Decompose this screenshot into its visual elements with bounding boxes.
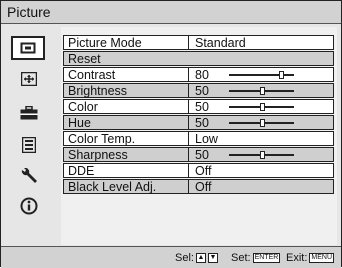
reset-label: Reset [68,52,101,66]
contrast-slider-thumb[interactable] [279,71,284,79]
wrench-icon[interactable] [14,165,44,187]
black-level-label: Black Level Adj. [68,180,157,194]
sharpness-value: 50 [195,148,209,162]
menu-key: MENU [309,253,335,263]
hue-row[interactable]: Hue 50 [63,115,334,130]
picture-icon[interactable] [11,36,45,60]
black-level-row[interactable]: Black Level Adj. Off [63,179,334,194]
info-icon[interactable] [14,195,44,217]
color-label: Color [68,100,98,114]
hue-label: Hue [68,116,91,130]
osd-menu-window: Picture Picture Mode Standard Reset Cont… [0,0,342,268]
hue-slider-thumb[interactable] [260,119,265,127]
row-divider [188,148,189,161]
color-temp-value: Low [195,132,218,146]
contrast-row[interactable]: Contrast 80 [63,67,334,82]
set-label: Set: [231,252,251,264]
menu-title: Picture [7,4,51,20]
color-row[interactable]: Color 50 [63,99,334,114]
up-arrow-icon: ▲ [195,253,206,263]
dde-label: DDE [68,164,95,178]
exit-label: Exit: [286,252,308,264]
reset-row[interactable]: Reset [63,51,334,66]
brightness-row[interactable]: Brightness 50 [63,83,334,98]
hue-slider[interactable] [229,119,294,127]
set-help: Set: ENTER [231,252,281,264]
dde-row[interactable]: DDE Off [63,163,334,178]
picture-mode-row[interactable]: Picture Mode Standard [63,35,334,50]
contrast-slider[interactable] [229,71,294,79]
row-divider [188,100,189,113]
down-arrow-icon: ▼ [207,253,218,263]
select-help: Sel: ▲ ▼ [175,252,218,264]
brightness-slider-thumb[interactable] [260,87,265,95]
row-divider [188,164,189,177]
color-slider[interactable] [229,103,294,111]
sharpness-label: Sharpness [68,148,128,162]
sharpness-slider-thumb[interactable] [260,151,265,159]
dde-value: Off [195,164,212,178]
color-temp-label: Color Temp. [68,132,136,146]
row-divider [188,180,189,193]
function-icon[interactable] [14,134,44,156]
brightness-label: Brightness [68,84,128,98]
help-bar: Sel: ▲ ▼ Set: ENTER Exit: MENU [1,246,341,268]
screen-icon[interactable] [14,68,44,90]
select-label: Sel: [175,252,194,264]
title-bar: Picture [1,1,341,24]
setup-icon[interactable] [14,102,44,124]
black-level-value: Off [195,180,212,194]
enter-key: ENTER [252,253,281,263]
contrast-label: Contrast [68,68,116,82]
picture-mode-label: Picture Mode [68,36,142,50]
exit-help: Exit: MENU [286,252,335,264]
row-divider [188,36,189,49]
brightness-value: 50 [195,84,209,98]
row-divider [188,116,189,129]
contrast-value: 80 [195,68,209,82]
row-divider [188,132,189,145]
row-divider [188,68,189,81]
color-temp-row[interactable]: Color Temp. Low [63,131,334,146]
sharpness-slider[interactable] [229,151,294,159]
color-slider-thumb[interactable] [260,103,265,111]
brightness-slider[interactable] [229,87,294,95]
sharpness-row[interactable]: Sharpness 50 [63,147,334,162]
row-divider [188,84,189,97]
picture-mode-value: Standard [195,36,246,50]
category-sidebar [1,24,59,246]
color-value: 50 [195,100,209,114]
hue-value: 50 [195,116,209,130]
